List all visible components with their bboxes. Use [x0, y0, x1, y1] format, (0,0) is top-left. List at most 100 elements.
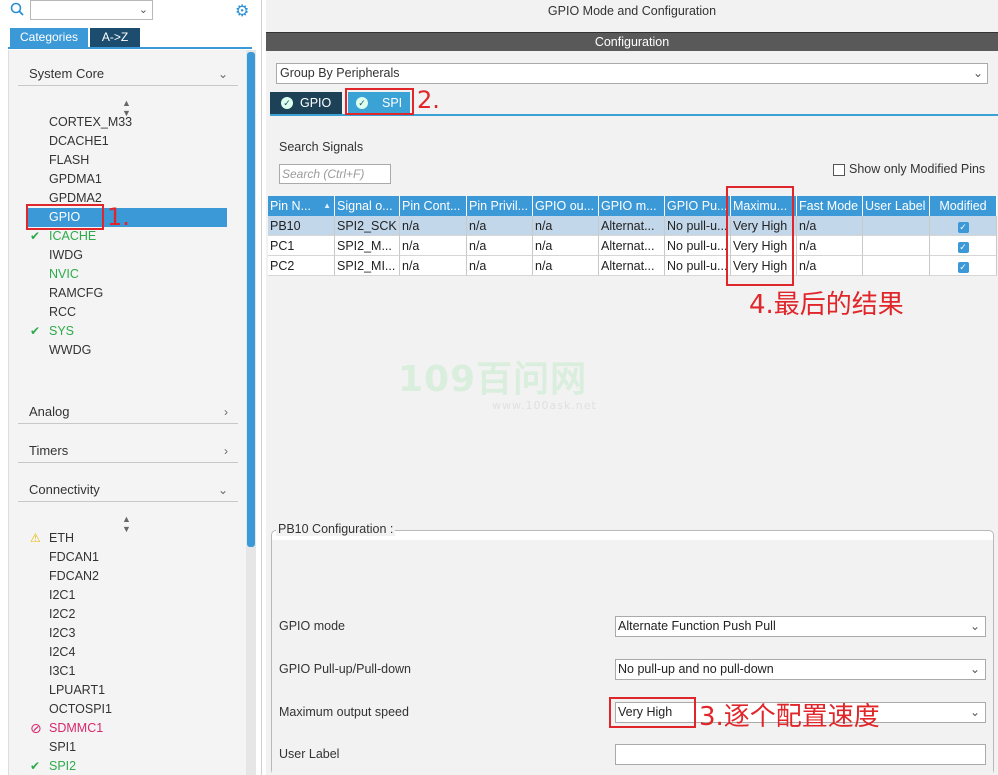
- sidebar-item-flash[interactable]: FLASH: [26, 151, 226, 170]
- sidebar-item-label: DCACHE1: [49, 134, 109, 148]
- sidebar-item-i2c4[interactable]: I2C4: [26, 643, 226, 662]
- sidebar-item-dcache1[interactable]: DCACHE1: [26, 132, 226, 151]
- column-label: GPIO ou...: [535, 199, 595, 213]
- table-cell: n/a: [400, 256, 467, 276]
- sidebar-item-label: SYS: [49, 324, 75, 338]
- scrollbar-thumb[interactable]: [247, 52, 255, 547]
- sidebar-item-eth[interactable]: ⚠ ETH: [26, 529, 226, 548]
- chevron-down-icon: ⌄: [217, 483, 228, 497]
- sidebar-item-iwdg[interactable]: IWDG: [26, 246, 226, 265]
- page-title: GPIO Mode and Configuration: [547, 4, 717, 18]
- column-label: Pin N...: [270, 199, 311, 213]
- chevron-down-icon: ⌄: [217, 67, 228, 81]
- sidebar-item-fdcan1[interactable]: FDCAN1: [26, 548, 226, 567]
- sidebar-item-octospi1[interactable]: OCTOSPI1: [26, 700, 226, 719]
- sidebar-item-i2c2[interactable]: I2C2: [26, 605, 226, 624]
- sidebar-item-label: FDCAN1: [49, 550, 100, 564]
- table-header-0[interactable]: Pin N... ▲: [268, 196, 335, 216]
- sidebar-item-spi2[interactable]: ✔ SPI2: [26, 757, 226, 775]
- table-cell: SPI2_MI...: [335, 256, 400, 276]
- show-modified-checkbox[interactable]: [833, 164, 845, 176]
- sidebar-item-label: SPI1: [49, 740, 77, 754]
- sidebar-item-cortex-m33[interactable]: CORTEX_M33: [26, 113, 226, 132]
- category-timers[interactable]: Timers ›: [18, 439, 238, 463]
- sidebar-item-gpdma1[interactable]: GPDMA1: [26, 170, 226, 189]
- table-header-9[interactable]: User Label: [863, 196, 930, 216]
- table-cell: Alternat...: [599, 216, 665, 236]
- annotation-box-gpio: [26, 204, 104, 230]
- group-by-select[interactable]: Group By Peripherals ⌄: [276, 63, 988, 84]
- chevron-right-icon: ›: [224, 444, 228, 458]
- chevron-down-icon: ⌄: [138, 4, 148, 16]
- sidebar-item-fdcan2[interactable]: FDCAN2: [26, 567, 226, 586]
- annotation-box-spi: [345, 88, 414, 115]
- table-cell: Alternat...: [599, 236, 665, 256]
- table-header-8[interactable]: Fast Mode: [797, 196, 863, 216]
- table-header-2[interactable]: Pin Cont...: [400, 196, 467, 216]
- column-label: Pin Cont...: [402, 199, 461, 213]
- sidebar-item-spi1[interactable]: SPI1: [26, 738, 226, 757]
- sidebar-item-label: CORTEX_M33: [49, 115, 133, 129]
- sidebar-item-label: RCC: [49, 305, 77, 319]
- sidebar-item-label: FDCAN2: [49, 569, 100, 583]
- column-label: Fast Mode: [799, 199, 859, 213]
- sidebar-item-label: LPUART1: [49, 683, 106, 697]
- user-label-input[interactable]: [615, 744, 986, 765]
- chevron-right-icon: ›: [224, 405, 228, 419]
- modified-checkbox[interactable]: ✓: [930, 236, 997, 256]
- sidebar-item-i2c1[interactable]: I2C1: [26, 586, 226, 605]
- table-cell: n/a: [797, 256, 863, 276]
- sidebar-item-rcc[interactable]: RCC: [26, 303, 226, 322]
- sidebar-item-lpuart1[interactable]: LPUART1: [26, 681, 226, 700]
- search-signals-input[interactable]: Search (Ctrl+F): [279, 164, 391, 184]
- gear-icon[interactable]: ⚙: [235, 1, 249, 21]
- gpio-pull-select[interactable]: No pull-up and no pull-down ⌄: [615, 659, 986, 680]
- sidebar-item-i2c3[interactable]: I2C3: [26, 624, 226, 643]
- checkbox-checked-icon: ✓: [957, 222, 969, 233]
- warning-icon: ⚠: [30, 531, 41, 545]
- table-cell: SPI2_M...: [335, 236, 400, 256]
- check-icon: ✔: [30, 324, 41, 338]
- sidebar-item-label: SPI2: [49, 759, 77, 773]
- sidebar-item-label: GPDMA1: [49, 172, 102, 186]
- table-header-5[interactable]: GPIO m...: [599, 196, 665, 216]
- table-cell: n/a: [533, 256, 599, 276]
- category-search-input[interactable]: ⌄: [30, 0, 153, 20]
- configuration-header: Configuration: [266, 33, 998, 51]
- tab-gpio[interactable]: ✓ GPIO: [270, 92, 342, 114]
- sidebar-item-ramcfg[interactable]: RAMCFG: [26, 284, 226, 303]
- sidebar-item-label: I2C2: [49, 607, 76, 621]
- category-system-core[interactable]: System Core ⌄: [18, 62, 238, 86]
- modified-checkbox[interactable]: ✓: [930, 216, 997, 236]
- sidebar-item-wwdg[interactable]: WWDG: [26, 341, 226, 360]
- table-header-10[interactable]: Modified: [930, 196, 997, 216]
- check-icon: ✔: [30, 759, 41, 773]
- sidebar-item-nvic[interactable]: NVIC: [26, 265, 226, 284]
- table-cell: n/a: [467, 256, 533, 276]
- table-header-6[interactable]: GPIO Pu...: [665, 196, 731, 216]
- table-header-3[interactable]: Pin Privil...: [467, 196, 533, 216]
- table-header-4[interactable]: GPIO ou...: [533, 196, 599, 216]
- category-connectivity[interactable]: Connectivity ⌄: [18, 478, 238, 502]
- gpio-mode-select[interactable]: Alternate Function Push Pull ⌄: [615, 616, 986, 637]
- chevron-down-icon: ⌄: [969, 705, 980, 719]
- table-cell: No pull-u...: [665, 256, 731, 276]
- sort-asc-icon: ▲: [323, 201, 331, 210]
- watermark: 109百问网 www.100ask.net: [398, 359, 597, 413]
- table-cell: n/a: [797, 236, 863, 256]
- tab-categories[interactable]: Categories: [10, 28, 88, 47]
- sidebar-item-sdmmc1[interactable]: ⊘ SDMMC1: [26, 719, 226, 738]
- modified-checkbox[interactable]: ✓: [930, 256, 997, 276]
- sidebar-item-label: I2C4: [49, 645, 76, 659]
- table-header-1[interactable]: Signal o...: [335, 196, 400, 216]
- sidebar-item-sys[interactable]: ✔ SYS: [26, 322, 226, 341]
- column-label: Pin Privil...: [469, 199, 529, 213]
- category-analog[interactable]: Analog ›: [18, 400, 238, 424]
- table-cell: n/a: [797, 216, 863, 236]
- watermark-logo: 109百问网: [398, 359, 588, 400]
- column-label: GPIO m...: [601, 199, 657, 213]
- select-value: Alternate Function Push Pull: [618, 619, 776, 633]
- tab-a-z[interactable]: A->Z: [90, 28, 140, 47]
- sidebar-item-i3c1[interactable]: I3C1: [26, 662, 226, 681]
- category-label: Analog: [29, 404, 70, 419]
